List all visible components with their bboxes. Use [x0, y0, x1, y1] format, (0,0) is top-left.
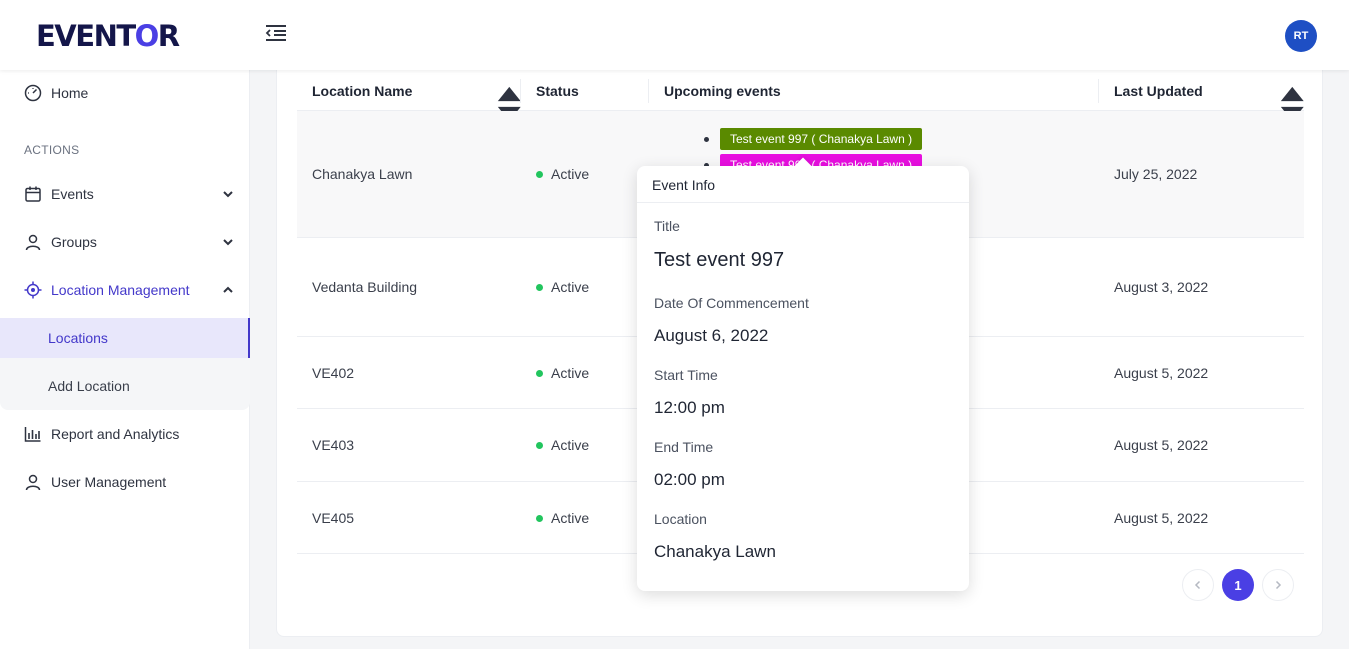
calendar-icon — [25, 186, 41, 202]
sidebar-item-label: Events — [51, 186, 94, 202]
last-updated: August 5, 2022 — [1114, 510, 1209, 526]
sidebar: Home ACTIONS Events Groups Location Mana… — [0, 70, 250, 649]
event-info-popover: Event Info Title Test event 997 Date Of … — [637, 157, 969, 591]
section-label-actions: ACTIONS — [24, 143, 80, 157]
dashboard-gauge-icon — [24, 84, 42, 102]
column-header-last-updated[interactable]: Last Updated — [1114, 71, 1203, 111]
chevron-down-icon — [223, 191, 233, 198]
column-divider — [1098, 79, 1099, 103]
status-text: Active — [551, 510, 590, 526]
popover-title: Event Info — [637, 166, 969, 203]
last-updated: July 25, 2022 — [1114, 166, 1198, 182]
status-dot — [536, 441, 543, 449]
sidebar-item-events[interactable]: Events — [0, 174, 250, 214]
sidebar-subitem-add-location[interactable]: Add Location — [0, 366, 250, 406]
sidebar-item-home[interactable]: Home — [0, 73, 250, 113]
column-header-label: Upcoming events — [664, 83, 781, 99]
last-updated: August 5, 2022 — [1114, 437, 1209, 453]
status-dot — [536, 170, 543, 178]
event-tag[interactable]: Test event 997 ( Chanakya Lawn ) — [720, 128, 923, 150]
sidebar-item-location-management[interactable]: Location Management — [0, 270, 250, 310]
pagination-page-button[interactable]: 1 — [1222, 569, 1254, 601]
top-header: EVENTOR RT — [0, 0, 1349, 70]
pagination-next-button[interactable] — [1262, 569, 1294, 601]
status-badge: Active — [536, 510, 589, 526]
sidebar-item-label: Location Management — [51, 282, 190, 298]
column-header-label: Last Updated — [1114, 83, 1203, 99]
status-badge: Active — [536, 365, 589, 381]
user-icon — [25, 234, 41, 251]
chevron-down-icon — [223, 239, 233, 246]
end-time-label: End Time — [654, 439, 714, 455]
end-time-value: 02:00 pm — [654, 470, 725, 489]
list-item: Test event 997 ( Chanakya Lawn ) — [704, 126, 923, 152]
sidebar-subitem-label: Add Location — [48, 378, 130, 394]
sidebar-item-label: Home — [51, 85, 89, 101]
location-target-icon — [24, 281, 42, 299]
column-header-upcoming-events: Upcoming events — [664, 71, 781, 111]
event-location-label: Location — [654, 511, 707, 527]
sidebar-item-user-management[interactable]: User Management — [0, 462, 250, 502]
bar-chart-icon — [24, 427, 41, 442]
event-location-value: Chanakya Lawn — [654, 542, 776, 561]
sidebar-item-label: Groups — [51, 234, 97, 250]
column-header-label: Location Name — [312, 83, 413, 99]
menu-collapse-icon[interactable] — [265, 24, 287, 42]
column-divider — [520, 79, 521, 103]
status-dot — [536, 369, 543, 377]
event-date-label: Date Of Commencement — [654, 295, 809, 311]
column-header-label: Status — [536, 83, 579, 99]
sidebar-subitem-locations[interactable]: Locations — [0, 318, 250, 358]
sidebar-item-groups[interactable]: Groups — [0, 222, 250, 262]
sidebar-item-report-analytics[interactable]: Report and Analytics — [0, 414, 250, 454]
location-name[interactable]: VE405 — [312, 510, 354, 526]
table-header: Location Name Status Upcoming events Las… — [297, 71, 1304, 122]
event-title-value: Test event 997 — [654, 249, 785, 271]
event-title-label: Title — [654, 218, 680, 234]
sidebar-item-label: User Management — [51, 474, 167, 490]
chevron-up-icon — [223, 286, 233, 293]
status-badge: Active — [536, 279, 589, 295]
status-text: Active — [551, 365, 590, 381]
location-name[interactable]: VE402 — [312, 365, 354, 381]
status-text: Active — [551, 437, 590, 453]
status-badge: Active — [536, 437, 589, 453]
location-name[interactable]: Chanakya Lawn — [312, 166, 412, 182]
status-badge: Active — [536, 166, 589, 182]
status-text: Active — [551, 166, 590, 182]
user-avatar[interactable]: RT — [1285, 20, 1317, 52]
eventor-logo[interactable]: EVENTOR — [36, 19, 180, 53]
bullet — [704, 136, 709, 142]
start-time-value: 12:00 pm — [654, 398, 725, 417]
start-time-label: Start Time — [654, 367, 718, 383]
status-dot — [536, 514, 543, 522]
column-divider — [648, 79, 649, 103]
user-icon — [25, 474, 41, 491]
location-submenu: Locations Add Location — [0, 318, 250, 410]
chevron-left-icon — [1194, 580, 1201, 590]
column-header-status: Status — [536, 71, 579, 111]
sidebar-item-label: Report and Analytics — [51, 426, 180, 442]
sidebar-subitem-label: Locations — [48, 330, 108, 346]
location-name[interactable]: VE403 — [312, 437, 354, 453]
status-dot — [536, 283, 543, 291]
pagination-prev-button[interactable] — [1182, 569, 1214, 601]
event-date-value: August 6, 2022 — [654, 326, 769, 345]
last-updated: August 5, 2022 — [1114, 365, 1209, 381]
last-updated: August 3, 2022 — [1114, 279, 1209, 295]
column-header-location-name[interactable]: Location Name — [312, 71, 412, 111]
chevron-right-icon — [1275, 580, 1282, 590]
status-text: Active — [551, 279, 590, 295]
location-name[interactable]: Vedanta Building — [312, 279, 417, 295]
